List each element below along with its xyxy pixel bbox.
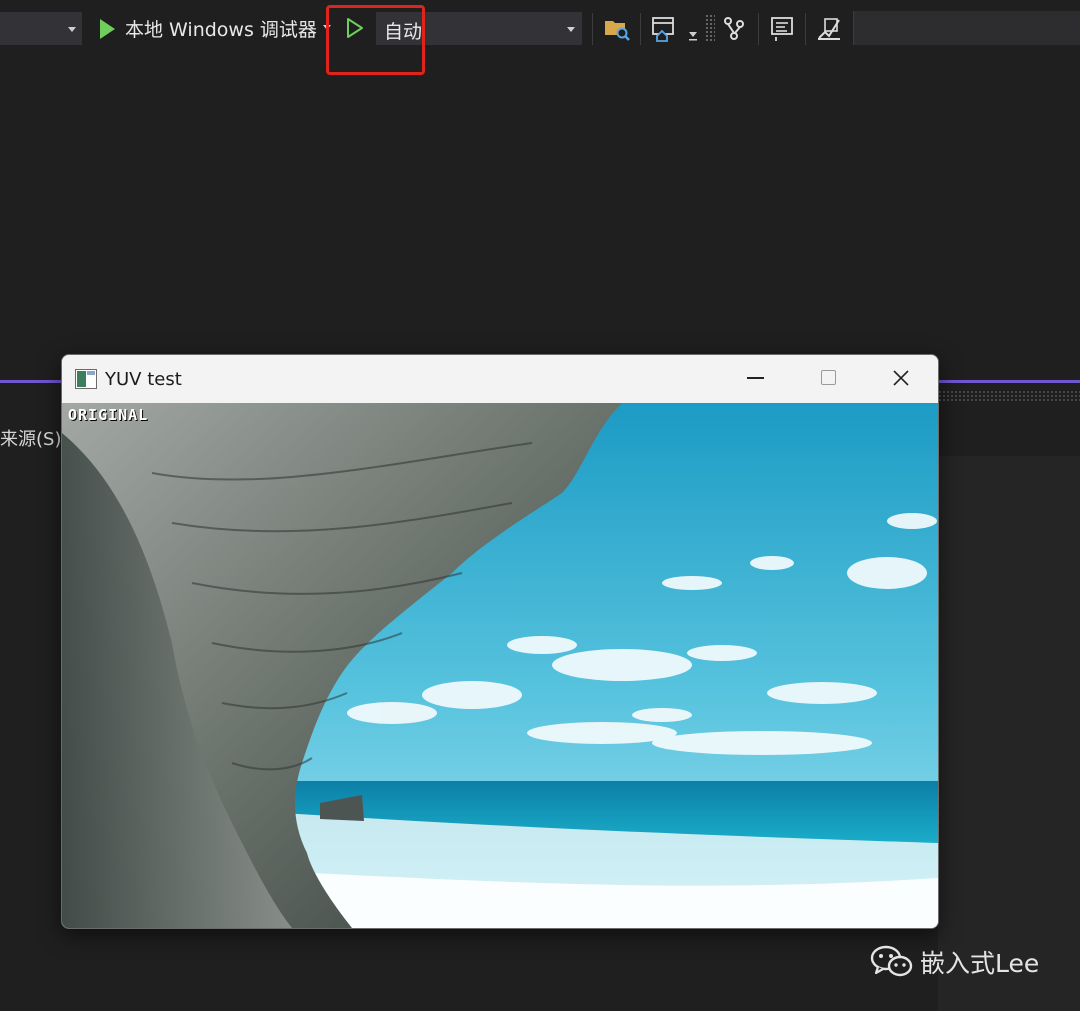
- minimize-icon: [747, 377, 764, 379]
- chevron-down-icon: [567, 27, 575, 32]
- original-label: ORIGINAL: [68, 406, 149, 424]
- start-debugging-button[interactable]: 本地 Windows 调试器: [92, 12, 317, 45]
- window-title: YUV test: [105, 369, 182, 390]
- application-icon: [75, 369, 97, 389]
- window-titlebar[interactable]: YUV test: [62, 355, 938, 403]
- toolbar-divider: [640, 13, 641, 45]
- profiler-icon[interactable]: [815, 14, 843, 42]
- maximize-icon: [821, 370, 836, 385]
- panel-grip: [930, 390, 1080, 402]
- close-button[interactable]: [864, 355, 936, 401]
- source-label: 来源(S): [0, 429, 62, 450]
- maximize-button[interactable]: [792, 355, 864, 401]
- overflow-dropdown-icon[interactable]: [687, 28, 699, 42]
- watermark: 嵌入式Lee: [870, 944, 1039, 980]
- platform-dropdown[interactable]: [0, 12, 82, 45]
- folder-search-icon[interactable]: [603, 14, 631, 42]
- play-icon: [100, 18, 115, 39]
- run-label: 本地 Windows 调试器: [125, 19, 317, 41]
- highlight-box: [326, 5, 425, 75]
- toolbar-divider: [805, 13, 806, 45]
- toolbar: 本地 Windows 调试器 自动: [0, 0, 1080, 75]
- git-branch-icon[interactable]: [720, 14, 748, 42]
- watermark-text: 嵌入式Lee: [920, 949, 1040, 978]
- toolbar-divider: [592, 13, 593, 45]
- toolbar-divider: [758, 13, 759, 45]
- beach-cave-photo: [62, 403, 938, 928]
- yuv-test-window: YUV test ORIGINAL: [61, 354, 939, 929]
- close-icon: [893, 370, 909, 386]
- toolbar-grip: [705, 14, 715, 42]
- code-map-icon[interactable]: [768, 14, 796, 42]
- chevron-down-icon: [68, 27, 76, 32]
- image-canvas: ORIGINAL: [62, 403, 938, 928]
- output-panel: [938, 456, 1080, 1011]
- browser-home-icon[interactable]: [650, 14, 678, 42]
- search-box[interactable]: [853, 11, 1080, 45]
- wechat-icon: [870, 945, 913, 977]
- minimize-button[interactable]: [720, 355, 792, 401]
